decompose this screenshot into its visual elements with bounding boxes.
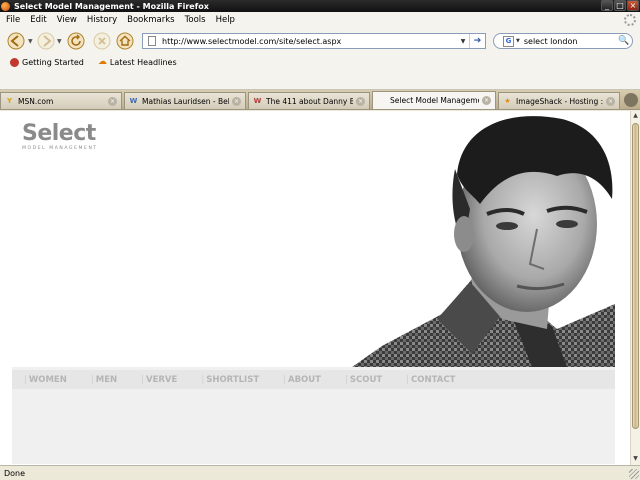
model-portrait-image — [352, 114, 615, 367]
msn-favicon-icon: Y — [6, 96, 13, 105]
status-text: Done — [4, 468, 26, 478]
tab-msn[interactable]: Y MSN.com × — [0, 92, 122, 109]
page-icon — [148, 36, 156, 46]
menu-bar: File Edit View History Bookmarks Tools H… — [0, 12, 640, 28]
bookmark-label: Getting Started — [22, 57, 84, 67]
getting-started-icon — [10, 57, 19, 67]
menu-tools[interactable]: Tools — [185, 15, 206, 25]
scroll-down-arrow-icon[interactable]: ▼ — [632, 455, 639, 464]
nav-scout[interactable]: SCOUT — [345, 375, 382, 385]
tab-411-danny[interactable]: W The 411 about Danny Be... × — [248, 92, 370, 109]
menu-view[interactable]: View — [57, 15, 77, 25]
tab-mathias-lauridsen[interactable]: W Mathias Lauridsen - Bell... × — [124, 92, 246, 109]
site-logo[interactable]: Select MODEL MANAGEMENT — [22, 121, 98, 152]
bookmark-getting-started[interactable]: Getting Started — [10, 57, 84, 67]
back-history-dropdown-icon[interactable]: ▼ — [28, 38, 33, 45]
site-favicon-icon: W — [253, 96, 262, 105]
forward-button[interactable] — [36, 31, 56, 51]
url-bar[interactable]: http://www.selectmodel.com/site/select.a… — [142, 33, 486, 49]
search-engine-dropdown-icon[interactable]: ▼ — [516, 38, 520, 44]
bookmark-latest-headlines[interactable]: ☁ Latest Headlines — [97, 56, 177, 67]
tab-label: Mathias Lauridsen - Bell... — [142, 96, 229, 106]
reload-icon — [67, 32, 85, 50]
tab-close-icon[interactable]: × — [232, 96, 241, 106]
list-all-tabs-icon[interactable] — [624, 93, 638, 107]
go-button[interactable]: ➔ — [469, 34, 485, 48]
menu-bookmarks[interactable]: Bookmarks — [127, 15, 175, 25]
close-window-button[interactable]: × — [627, 0, 639, 11]
tab-label: ImageShack - Hosting ::... — [516, 96, 603, 106]
search-icon[interactable]: 🔍 — [618, 36, 632, 46]
url-text[interactable]: http://www.selectmodel.com/site/select.a… — [162, 37, 457, 46]
menu-edit[interactable]: Edit — [30, 15, 46, 25]
activity-throbber-icon — [624, 14, 636, 26]
home-button[interactable] — [115, 31, 135, 51]
nav-verve[interactable]: VERVE — [141, 375, 177, 385]
bookmark-label: Latest Headlines — [109, 57, 177, 67]
menu-file[interactable]: File — [6, 15, 20, 25]
firefox-icon — [1, 1, 10, 11]
site-page: Select MODEL MANAGEMENT | WOMEN | MEN | … — [12, 114, 615, 464]
tab-close-icon[interactable]: × — [108, 96, 117, 106]
blank-favicon-icon — [377, 96, 386, 105]
vertical-scrollbar[interactable]: ▲ ▼ — [630, 111, 640, 465]
url-history-dropdown-icon[interactable]: ▼ — [457, 38, 469, 45]
stop-button[interactable] — [92, 31, 112, 51]
toolbar-spacer — [0, 70, 640, 90]
scroll-up-arrow-icon[interactable]: ▲ — [632, 112, 639, 121]
stop-icon — [93, 32, 111, 50]
tab-close-icon[interactable]: × — [606, 96, 615, 106]
logo-wordmark: Select — [22, 121, 96, 146]
forward-arrow-icon — [37, 32, 55, 50]
window-title-bar: Select Model Management - Mozilla Firefo… — [0, 0, 640, 12]
bookmarks-toolbar: Getting Started ☁ Latest Headlines — [0, 54, 640, 70]
logo-tagline: MODEL MANAGEMENT — [22, 146, 98, 151]
search-input[interactable]: select london — [524, 37, 618, 46]
resize-grip-icon[interactable] — [629, 469, 639, 479]
nav-men[interactable]: MEN — [91, 375, 117, 385]
window-title: Select Model Management - Mozilla Firefo… — [14, 1, 209, 11]
tab-label: The 411 about Danny Be... — [266, 96, 353, 106]
maximize-button[interactable]: □ — [614, 0, 626, 11]
tab-strip: Y MSN.com × W Mathias Lauridsen - Bell..… — [0, 90, 640, 110]
tab-select-model-management[interactable]: Select Model Management × — [372, 91, 496, 109]
nav-shortlist[interactable]: SHORTLIST — [201, 375, 259, 385]
wikipedia-favicon-icon: W — [129, 96, 138, 105]
scrollbar-thumb[interactable] — [632, 123, 639, 429]
nav-contact[interactable]: CONTACT — [406, 375, 455, 385]
home-icon — [116, 32, 134, 50]
search-bar[interactable]: G ▼ select london 🔍 — [493, 33, 633, 49]
search-engine-icon[interactable]: G — [503, 35, 514, 47]
menu-help[interactable]: Help — [216, 15, 235, 25]
reload-button[interactable] — [66, 31, 86, 51]
site-navigation: WOMEN MEN VERVE SHORTLIST ABOUT SCOUT CO… — [12, 370, 615, 389]
forward-history-dropdown-icon[interactable]: ▼ — [57, 38, 62, 45]
hero-banner: Select MODEL MANAGEMENT — [12, 114, 615, 367]
tab-imageshack[interactable]: ★ ImageShack - Hosting ::... × — [498, 92, 620, 109]
rss-feed-icon: ☁ — [97, 56, 107, 67]
tab-label: Select Model Management — [390, 96, 479, 105]
page-content: Select MODEL MANAGEMENT | WOMEN | MEN | … — [0, 111, 630, 465]
back-arrow-icon — [7, 32, 25, 50]
tab-close-icon[interactable]: × — [482, 96, 491, 105]
nav-women[interactable]: WOMEN — [24, 375, 67, 385]
status-bar: Done — [0, 465, 640, 480]
imageshack-favicon-icon: ★ — [504, 96, 511, 105]
nav-about[interactable]: ABOUT — [283, 375, 321, 385]
tab-close-icon[interactable]: × — [356, 96, 365, 106]
minimize-button[interactable]: _ — [601, 0, 613, 11]
back-button[interactable] — [6, 31, 26, 51]
menu-history[interactable]: History — [87, 15, 117, 25]
tab-label: MSN.com — [18, 96, 54, 106]
